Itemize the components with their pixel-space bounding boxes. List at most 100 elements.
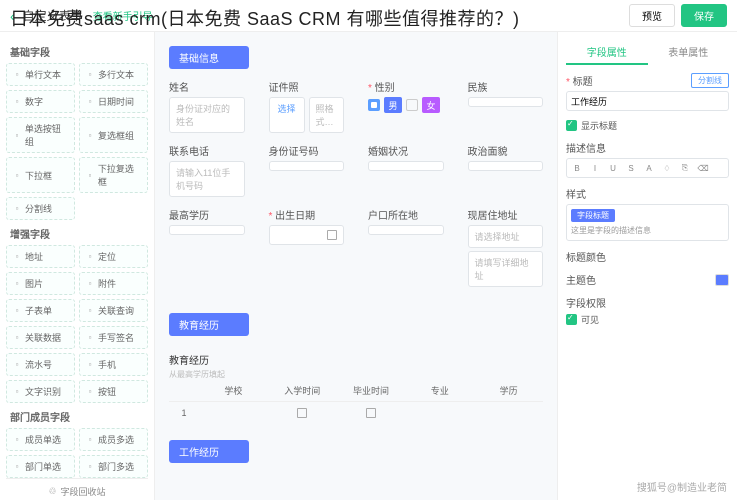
prop-title-label: 标题 — [566, 73, 593, 88]
calendar-icon — [366, 408, 376, 418]
field-type-item[interactable]: ▫部门单选 — [6, 455, 75, 478]
input-birth[interactable] — [269, 225, 345, 245]
label-politics: 政治面貌 — [468, 143, 544, 158]
select-politics[interactable] — [468, 161, 544, 171]
label-marital: 婚姻状况 — [368, 143, 444, 158]
color-icon[interactable]: ♢ — [659, 161, 675, 175]
field-type-item[interactable]: ▫流水号 — [6, 353, 75, 376]
calendar-icon — [327, 230, 337, 240]
field-type-icon: ▫ — [12, 97, 22, 107]
label-cert: 证件照 — [269, 79, 345, 94]
title-color-label: 标题颜色 — [566, 249, 729, 264]
field-type-icon: ▫ — [85, 170, 95, 180]
field-group-title: 增强字段 — [6, 220, 148, 245]
radio-female-check[interactable] — [406, 99, 418, 111]
field-type-item[interactable]: ▫关联数据 — [6, 326, 75, 349]
radio-male-check[interactable] — [368, 99, 380, 111]
perm-label: 字段权限 — [566, 295, 729, 310]
field-type-item[interactable]: ▫文字识别 — [6, 380, 75, 403]
preview-button[interactable]: 预览 — [629, 4, 675, 27]
prop-title-input[interactable] — [566, 91, 729, 111]
font-icon[interactable]: A — [641, 161, 657, 175]
input-idcard[interactable] — [269, 161, 345, 171]
input-phone[interactable]: 请输入11位手机号码 — [169, 161, 245, 197]
field-type-icon: ▫ — [85, 130, 95, 140]
field-type-item[interactable]: ▫部门多选 — [79, 455, 148, 478]
field-type-item[interactable]: ▫下拉复选框 — [79, 157, 148, 193]
gender-radio-group[interactable]: 男 女 — [368, 97, 444, 113]
calendar-icon — [297, 408, 307, 418]
field-type-item[interactable]: ▫定位 — [79, 245, 148, 268]
section-basic[interactable]: 基础信息 — [169, 46, 249, 69]
field-type-item[interactable]: ▫多行文本 — [79, 63, 148, 86]
field-type-item[interactable]: ▫图片 — [6, 272, 75, 295]
tab-field-props[interactable]: 字段属性 — [566, 40, 648, 65]
select-nation[interactable] — [468, 97, 544, 107]
field-type-item[interactable]: ▫手写签名 — [79, 326, 148, 349]
field-type-item[interactable]: ▫复选框组 — [79, 117, 148, 153]
show-title-checkbox[interactable]: 显示标题 — [566, 119, 729, 132]
section-work[interactable]: 工作经历 — [169, 440, 249, 463]
edu-title: 教育经历 — [169, 352, 543, 367]
field-type-icon: ▫ — [12, 204, 22, 214]
label-phone: 联系电话 — [169, 143, 245, 158]
field-type-item[interactable]: ▫单选按钮组 — [6, 117, 75, 153]
divider-badge[interactable]: 分割线 — [691, 73, 729, 88]
cert-select-button[interactable]: 选择 — [269, 97, 305, 133]
input-name[interactable]: 身份证对应的姓名 — [169, 97, 245, 133]
field-type-item[interactable]: ▫数字 — [6, 90, 75, 113]
field-type-item[interactable]: ▫单行文本 — [6, 63, 75, 86]
field-type-item[interactable]: ▫地址 — [6, 245, 75, 268]
label-gender: 性别 — [368, 79, 444, 94]
cert-hint: 照格式… — [309, 97, 345, 133]
section-education[interactable]: 教育经历 — [169, 313, 249, 336]
field-type-item[interactable]: ▫手机 — [79, 353, 148, 376]
select-live-addr[interactable]: 请选择地址 — [468, 225, 544, 248]
field-type-item[interactable]: ▫子表单 — [6, 299, 75, 322]
field-type-item[interactable]: ▫下拉框 — [6, 157, 75, 193]
field-type-item[interactable]: ▫成员单选 — [6, 428, 75, 451]
prop-desc-label: 描述信息 — [566, 140, 729, 155]
label-name: 姓名 — [169, 79, 245, 94]
save-button[interactable]: 保存 — [681, 4, 727, 27]
edu-table-row[interactable]: 1 — [169, 402, 543, 424]
label-live: 现居住地址 — [468, 207, 544, 222]
field-type-icon: ▫ — [12, 252, 22, 262]
field-type-item[interactable]: ▫附件 — [79, 272, 148, 295]
field-type-icon: ▫ — [12, 462, 22, 472]
strike-icon[interactable]: S — [623, 161, 639, 175]
italic-icon[interactable]: I — [587, 161, 603, 175]
field-type-item[interactable]: ▫按钮 — [79, 380, 148, 403]
field-type-icon: ▫ — [12, 130, 22, 140]
clear-icon[interactable]: ⌫ — [695, 161, 711, 175]
select-edu[interactable] — [169, 225, 245, 235]
field-type-icon: ▫ — [85, 360, 95, 370]
edu-hint: 从最高学历填起 — [169, 369, 543, 380]
overlay-title: 日本免费saas crm(日本免费 SaaS CRM 有哪些值得推荐的？) — [10, 5, 520, 31]
bold-icon[interactable]: B — [569, 161, 585, 175]
label-nation: 民族 — [468, 79, 544, 94]
field-group-title: 基础字段 — [6, 38, 148, 63]
field-type-icon: ▫ — [12, 360, 22, 370]
field-type-item[interactable]: ▫分割线 — [6, 197, 75, 220]
link-icon[interactable]: ⎘ — [677, 161, 693, 175]
field-type-icon: ▫ — [12, 387, 22, 397]
input-live-detail[interactable]: 请填写详细地址 — [468, 251, 544, 287]
underline-icon[interactable]: U — [605, 161, 621, 175]
input-huji[interactable] — [368, 225, 444, 235]
field-type-icon: ▫ — [85, 462, 95, 472]
edu-table-head: 学校 入学时间 毕业时间 专业 学历 — [169, 380, 543, 402]
rich-text-toolbar[interactable]: B I U S A ♢ ⎘ ⌫ — [566, 158, 729, 178]
field-type-item[interactable]: ▫成员多选 — [79, 428, 148, 451]
field-type-item[interactable]: ▫关联查询 — [79, 299, 148, 322]
properties-panel: 字段属性 表单属性 标题 分割线 显示标题 描述信息 B I U S A ♢ ⎘ … — [557, 32, 737, 500]
perm-visible-checkbox[interactable]: 可见 — [566, 313, 729, 326]
select-marital[interactable] — [368, 161, 444, 171]
field-type-item[interactable]: ▫日期时间 — [79, 90, 148, 113]
style-preview[interactable]: 字段标题 这里是字段的描述信息 — [566, 204, 729, 241]
badge-female: 女 — [422, 97, 440, 113]
tab-form-props[interactable]: 表单属性 — [648, 40, 730, 65]
color-swatch[interactable] — [715, 274, 729, 286]
field-type-icon: ▫ — [85, 333, 95, 343]
recycle-bin[interactable]: ♲ 字段回收站 — [6, 478, 148, 500]
